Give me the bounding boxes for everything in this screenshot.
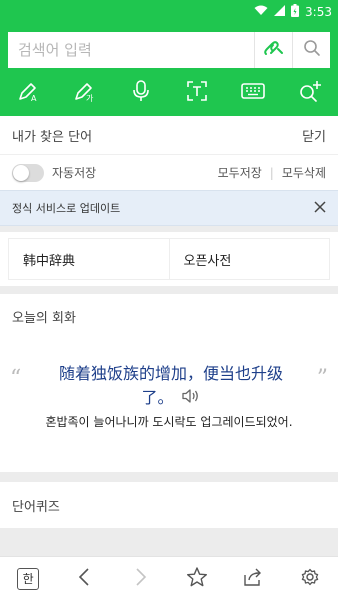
search-box bbox=[6, 30, 332, 70]
battery-icon bbox=[291, 4, 300, 20]
search-plus-icon bbox=[298, 80, 322, 106]
keyboard-icon bbox=[241, 82, 266, 104]
history-close-button[interactable]: 닫기 bbox=[302, 126, 326, 145]
wifi-icon bbox=[254, 5, 268, 19]
text-recognition-button[interactable] bbox=[177, 73, 217, 113]
pen-ga-icon: 가 bbox=[72, 79, 96, 107]
history-title: 내가 찾은 단어 bbox=[12, 129, 93, 145]
dictionary-open[interactable]: 오픈사전 bbox=[169, 238, 330, 280]
notice-text: 정식 서비스로 업데이트 bbox=[12, 202, 121, 215]
status-time: 3:53 bbox=[305, 5, 332, 19]
settings-button[interactable] bbox=[292, 561, 328, 597]
word-quiz[interactable]: 단어퀴즈 bbox=[0, 482, 338, 528]
signal-icon bbox=[274, 5, 286, 19]
chevron-left-icon bbox=[78, 567, 90, 590]
tool-bar: A 가 bbox=[0, 70, 338, 116]
svg-text:A: A bbox=[31, 94, 37, 103]
share-icon bbox=[242, 567, 264, 591]
microphone-icon bbox=[130, 79, 152, 107]
back-button[interactable] bbox=[66, 561, 102, 597]
conversation-title: 오늘의 회화 bbox=[12, 310, 76, 326]
keyboard-button[interactable] bbox=[233, 73, 273, 113]
language-label: 한 bbox=[17, 567, 40, 590]
pen-a-icon: A bbox=[16, 79, 40, 107]
quiz-title: 단어퀴즈 bbox=[12, 499, 60, 515]
history-header: 내가 찾은 단어 닫기 bbox=[0, 116, 338, 154]
text-scan-icon bbox=[186, 80, 208, 106]
korean-handwrite-button[interactable]: 가 bbox=[64, 73, 104, 113]
status-bar: 3:53 bbox=[0, 0, 338, 24]
dictionary-shortcuts: 韩中辞典 오픈사전 bbox=[0, 232, 338, 286]
conversation-korean: 혼밥족이 늘어나니까 도시락도 업그레이드되었어. bbox=[45, 415, 293, 429]
handwriting-link-icon bbox=[263, 38, 285, 62]
search-icon bbox=[303, 39, 321, 61]
speaker-icon[interactable] bbox=[181, 387, 201, 411]
gear-icon bbox=[300, 567, 320, 591]
bottom-navigation: 한 bbox=[0, 556, 338, 600]
autosave-toggle[interactable] bbox=[12, 163, 44, 182]
star-icon bbox=[186, 566, 208, 592]
ocr-handwrite-button[interactable]: A bbox=[8, 73, 48, 113]
conversation-chinese[interactable]: 随着独饭族的增加，便当也升级了。 bbox=[44, 362, 298, 411]
language-button[interactable]: 한 bbox=[10, 561, 46, 597]
save-all-button[interactable]: 모두저장 bbox=[218, 164, 262, 181]
divider: | bbox=[269, 165, 274, 180]
quote-open-icon: “ bbox=[10, 366, 22, 391]
add-search-button[interactable] bbox=[290, 73, 330, 113]
history-actions: 자동저장 모두저장 | 모두삭제 bbox=[0, 154, 338, 190]
dictionary-korean-chinese[interactable]: 韩中辞典 bbox=[8, 238, 170, 280]
forward-button[interactable] bbox=[123, 561, 159, 597]
voice-search-button[interactable] bbox=[121, 73, 161, 113]
bookmark-button[interactable] bbox=[179, 561, 215, 597]
quote-close-icon: ” bbox=[316, 366, 328, 391]
chevron-right-icon bbox=[135, 567, 147, 590]
search-button[interactable] bbox=[292, 32, 330, 68]
search-input[interactable] bbox=[8, 32, 254, 68]
search-history-panel: 내가 찾은 단어 닫기 자동저장 모두저장 | 모두삭제 bbox=[0, 116, 338, 190]
share-button[interactable] bbox=[235, 561, 271, 597]
close-icon[interactable] bbox=[314, 200, 326, 216]
svg-text:가: 가 bbox=[86, 94, 94, 103]
todays-conversation: 오늘의 회화 “ ” 随着独饭族的增加，便当也升级了。 혼밥족이 늘어나니까 도… bbox=[0, 294, 338, 472]
chinese-sentence: 随着独饭族的增加，便当也升级了。 bbox=[58, 364, 283, 407]
delete-all-button[interactable]: 모두삭제 bbox=[282, 164, 326, 181]
update-notice[interactable]: 정식 서비스로 업데이트 bbox=[0, 190, 338, 226]
handwriting-button[interactable] bbox=[254, 32, 292, 68]
autosave-label: 자동저장 bbox=[52, 166, 97, 180]
